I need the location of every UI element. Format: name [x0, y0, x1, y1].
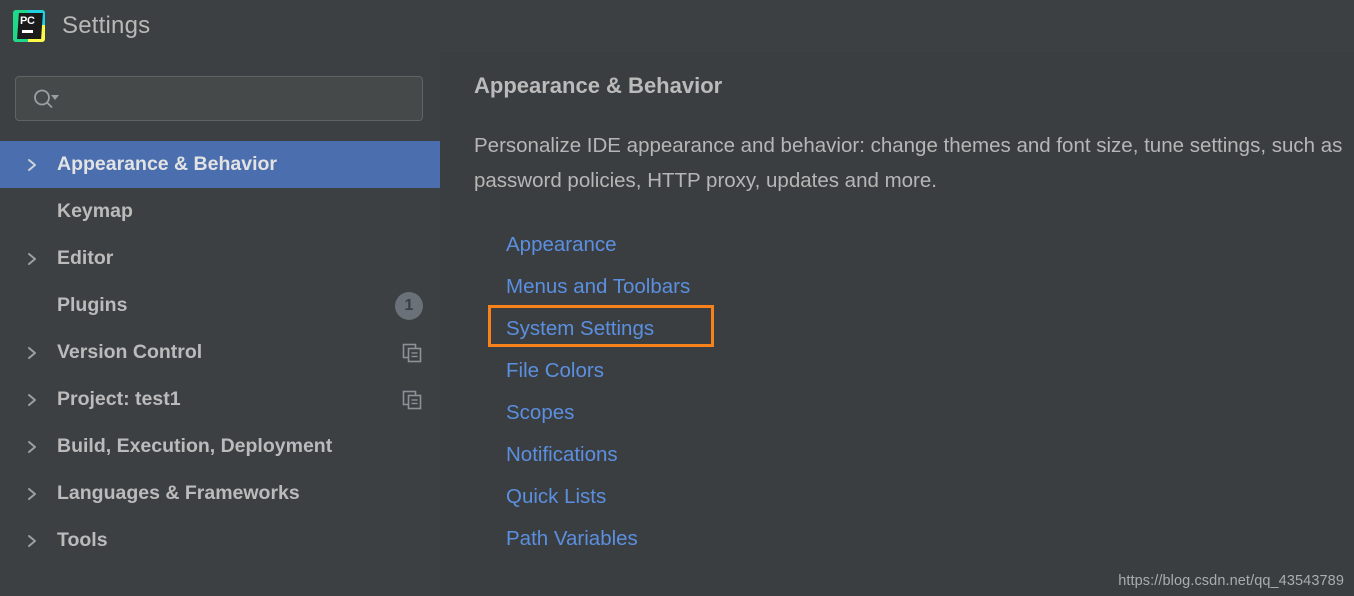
list-item[interactable]: Appearance [506, 224, 906, 266]
chevron-right-icon [26, 533, 46, 549]
search-icon [31, 88, 61, 110]
link-appearance[interactable]: Appearance [506, 233, 617, 257]
search-field-wrapper[interactable] [15, 76, 423, 121]
chevron-right-icon [26, 345, 46, 361]
sidebar-item-plugins[interactable]: Plugins 1 [0, 282, 440, 329]
chevron-placeholder-icon [26, 298, 46, 314]
list-item[interactable]: Menus and Toolbars [506, 266, 906, 308]
subsection-link-list: Appearance Menus and Toolbars System Set… [506, 224, 906, 560]
sidebar-item-editor[interactable]: Editor [0, 235, 440, 282]
link-scopes[interactable]: Scopes [506, 401, 574, 425]
plugins-update-badge: 1 [395, 291, 423, 320]
sidebar-item-version-control[interactable]: Version Control [0, 329, 440, 376]
link-system-settings[interactable]: System Settings [506, 317, 654, 341]
sidebar-item-label: Build, Execution, Deployment [57, 435, 333, 457]
settings-dialog: PC Settings Appearance & Behavior Keymap… [0, 0, 1354, 596]
page-title: Appearance & Behavior [474, 73, 723, 98]
list-item[interactable]: Path Variables [506, 518, 906, 560]
copy-icon[interactable] [402, 343, 422, 363]
sidebar-item-appearance-behavior[interactable]: Appearance & Behavior [0, 141, 440, 188]
copy-icon[interactable] [402, 390, 422, 410]
sidebar-item-label: Plugins [57, 294, 128, 316]
sidebar-item-keymap[interactable]: Keymap [0, 188, 440, 235]
sidebar-item-label: Editor [57, 247, 114, 269]
sidebar-item-label: Languages & Frameworks [57, 482, 300, 504]
pycharm-logo-icon: PC [13, 10, 45, 42]
sidebar-item-build-execution-deployment[interactable]: Build, Execution, Deployment [0, 423, 440, 470]
settings-tree: Appearance & Behavior Keymap Editor Plug… [0, 141, 440, 564]
sidebar-item-languages-frameworks[interactable]: Languages & Frameworks [0, 470, 440, 517]
link-file-colors[interactable]: File Colors [506, 359, 604, 383]
list-item[interactable]: File Colors [506, 350, 906, 392]
list-item[interactable]: Scopes [506, 392, 906, 434]
chevron-placeholder-icon [26, 204, 46, 220]
chevron-right-icon [26, 251, 46, 267]
chevron-right-icon [26, 439, 46, 455]
sidebar-item-project-test1[interactable]: Project: test1 [0, 376, 440, 423]
settings-content-panel: Appearance & Behavior Personalize IDE ap… [440, 52, 1354, 596]
link-menus-and-toolbars[interactable]: Menus and Toolbars [506, 275, 690, 299]
list-item[interactable]: Notifications [506, 434, 906, 476]
chevron-right-icon [26, 392, 46, 408]
sidebar-item-label: Version Control [57, 341, 203, 363]
link-quick-lists[interactable]: Quick Lists [506, 485, 606, 509]
link-path-variables[interactable]: Path Variables [506, 527, 638, 551]
sidebar-item-label: Appearance & Behavior [57, 153, 277, 175]
settings-sidebar: Appearance & Behavior Keymap Editor Plug… [0, 52, 440, 596]
list-item[interactable]: Quick Lists [506, 476, 906, 518]
chevron-right-icon [26, 157, 46, 173]
title-bar: PC Settings [0, 0, 1354, 52]
sidebar-item-tools[interactable]: Tools [0, 517, 440, 564]
chevron-right-icon [26, 486, 46, 502]
search-input[interactable] [15, 76, 423, 121]
watermark-text: https://blog.csdn.net/qq_43543789 [1118, 573, 1344, 589]
link-notifications[interactable]: Notifications [506, 443, 618, 467]
list-item[interactable]: System Settings [506, 308, 906, 350]
sidebar-item-label: Tools [57, 529, 108, 551]
sidebar-item-label: Project: test1 [57, 388, 181, 410]
sidebar-item-label: Keymap [57, 200, 133, 222]
page-description: Personalize IDE appearance and behavior:… [474, 134, 1349, 192]
window-title: Settings [62, 12, 151, 39]
